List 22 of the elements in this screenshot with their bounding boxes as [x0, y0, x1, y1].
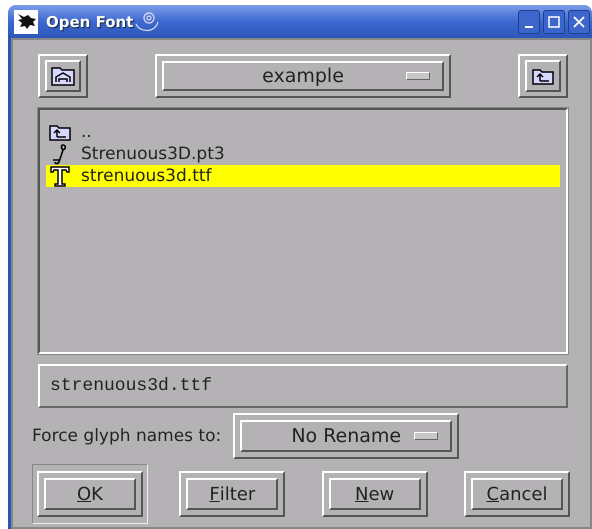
maximize-button[interactable] [543, 10, 565, 34]
parent-folder-button[interactable] [518, 54, 568, 98]
glyph-names-label: Force glyph names to: [32, 426, 222, 446]
maximize-icon [548, 16, 560, 28]
close-button[interactable] [568, 10, 590, 34]
minimize-button[interactable] [518, 10, 540, 34]
app-icon[interactable] [14, 10, 38, 34]
window-title: Open Font [46, 12, 134, 30]
folder-up-icon [532, 67, 554, 85]
minimize-icon [525, 26, 533, 28]
directory-dropdown[interactable]: example [155, 54, 451, 98]
file-item[interactable]: Strenuous3D.pt3 [46, 143, 560, 165]
home-folder-icon [51, 66, 75, 86]
serif-letter-icon [49, 165, 71, 187]
close-icon [573, 16, 585, 28]
dialog-button[interactable]: OK [32, 464, 148, 524]
folder-up-icon [49, 123, 71, 141]
home-button[interactable] [38, 54, 88, 98]
glyph-names-dropdown[interactable]: No Rename [233, 413, 460, 459]
file-item[interactable]: strenuous3d.ttf [46, 165, 560, 187]
file-item[interactable]: .. [46, 121, 560, 143]
filename-field[interactable]: strenuous3d.ttf [38, 364, 568, 408]
